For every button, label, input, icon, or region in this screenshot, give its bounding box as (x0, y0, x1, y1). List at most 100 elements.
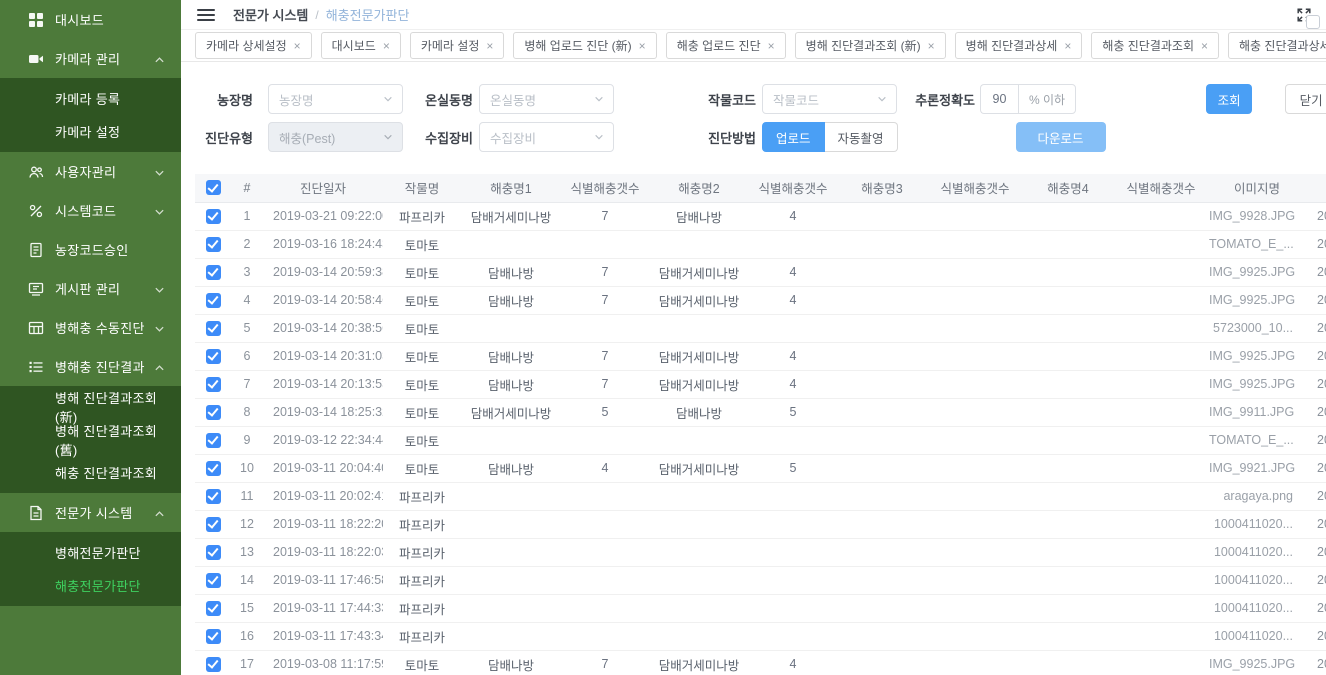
row-checkbox[interactable] (206, 461, 221, 476)
accuracy-input[interactable] (980, 84, 1018, 114)
method-option-2[interactable]: 자동촬영 (825, 122, 898, 152)
cell-crop: 토마토 (383, 258, 461, 286)
tab-close-icon[interactable]: × (1201, 39, 1208, 53)
tab-close-icon[interactable]: × (768, 39, 775, 53)
tab-close-icon[interactable]: × (928, 39, 935, 53)
row-checkbox[interactable] (206, 601, 221, 616)
cell-pest (649, 482, 749, 510)
row-checkbox[interactable] (206, 209, 221, 224)
cell-date: 2019-03-11 20:02:41 (263, 482, 383, 510)
dashboard-icon (28, 12, 44, 28)
breadcrumb-separator: / (315, 8, 318, 22)
chevron-down-icon (154, 166, 165, 177)
tab-close-icon[interactable]: × (639, 39, 646, 53)
sidebar-item-manual[interactable]: 병해충 수동진단 (0, 308, 181, 347)
tab-9[interactable]: 해충 진단결과상세× (1228, 32, 1326, 59)
sidebar-subitem[interactable]: 해충전문가판단 (0, 569, 181, 602)
sidebar-subitem[interactable]: 병해 진단결과조회 (新) (0, 390, 181, 423)
tab-5[interactable]: 해충 업로드 진단× (666, 32, 786, 59)
column-header: 식별해충갯수 (749, 174, 837, 202)
cell-count (1113, 622, 1209, 650)
cell-count (927, 454, 1023, 482)
tab-close-icon[interactable]: × (383, 39, 390, 53)
row-checkbox[interactable] (206, 573, 221, 588)
row-checkbox[interactable] (206, 545, 221, 560)
tab-3[interactable]: 카메라 설정× (410, 32, 505, 59)
crop-code-select[interactable]: 작물코드 (762, 84, 897, 114)
method-option-1[interactable]: 업로드 (762, 122, 825, 152)
sidebar-item-syscode[interactable]: 시스템코드 (0, 191, 181, 230)
row-checkbox[interactable] (206, 349, 221, 364)
edge-icon-partial[interactable] (1306, 15, 1320, 29)
cell-count (927, 538, 1023, 566)
row-checkbox[interactable] (206, 293, 221, 308)
row-checkbox[interactable] (206, 489, 221, 504)
row-checkbox[interactable] (206, 321, 221, 336)
tab-1[interactable]: 카메라 상세설정× (195, 32, 312, 59)
cell-count (927, 426, 1023, 454)
download-button[interactable]: 다운로드 (1016, 122, 1106, 152)
tab-close-icon[interactable]: × (294, 39, 301, 53)
cell-pest (461, 594, 561, 622)
chevron-down-icon (383, 94, 393, 104)
tab-close-icon[interactable]: × (1064, 39, 1071, 53)
tab-8[interactable]: 해충 진단결과조회× (1091, 32, 1219, 59)
row-checkbox-cell (195, 622, 231, 650)
sidebar-item-users[interactable]: 사용자관리 (0, 152, 181, 191)
table-header: #진단일자작물명해충명1식별해충갯수해충명2식별해충갯수해충명3식별해충갯수해충… (195, 174, 1326, 202)
cell-reg: 2018 (1305, 202, 1326, 230)
tab-6[interactable]: 병해 진단결과조회 (新)× (795, 32, 946, 59)
sidebar-subitem[interactable]: 카메라 등록 (0, 82, 181, 115)
row-checkbox[interactable] (206, 377, 221, 392)
sidebar-item-camera[interactable]: 카메라 관리 (0, 39, 181, 78)
row-checkbox[interactable] (206, 405, 221, 420)
cell-count (561, 594, 649, 622)
sidebar-subitem[interactable]: 카메라 설정 (0, 115, 181, 148)
cell-num: 6 (231, 342, 263, 370)
tab-label: 병해 업로드 진단 (新) (524, 37, 631, 54)
row-checkbox-cell (195, 566, 231, 594)
table-row: 112019-03-11 20:02:41파프리카aragaya.png201 (195, 482, 1326, 510)
cell-count (1113, 314, 1209, 342)
sidebar-subitem[interactable]: 병해전문가판단 (0, 536, 181, 569)
cell-pest (837, 510, 927, 538)
sidebar-item-board[interactable]: 게시판 관리 (0, 269, 181, 308)
select-all-checkbox[interactable] (206, 180, 221, 195)
diagnosis-type-select[interactable]: 해충(Pest) (268, 122, 403, 152)
sidebar-item-expert[interactable]: 전문가 시스템 (0, 493, 181, 532)
sidebar-subitem[interactable]: 병해 진단결과조회 (舊) (0, 423, 181, 456)
close-button[interactable]: 닫기 (1285, 84, 1326, 114)
row-checkbox-cell (195, 454, 231, 482)
cell-pest (461, 510, 561, 538)
tab-7[interactable]: 병해 진단결과상세× (955, 32, 1083, 59)
table-row: 122019-03-11 18:22:20파프리카1000411020...20… (195, 510, 1326, 538)
sidebar-item-farmcode[interactable]: 농장코드승인 (0, 230, 181, 269)
row-checkbox[interactable] (206, 237, 221, 252)
cell-num: 2 (231, 230, 263, 258)
cell-reg: 2019 (1305, 538, 1326, 566)
tab-2[interactable]: 대시보드× (321, 32, 401, 59)
tab-close-icon[interactable]: × (486, 39, 493, 53)
cell-date: 2019-03-14 20:58:46 (263, 286, 383, 314)
cell-img: 1000411020... (1209, 510, 1305, 538)
cell-count: 7 (561, 650, 649, 675)
row-checkbox[interactable] (206, 433, 221, 448)
sidebar-item-dashboard[interactable]: 대시보드 (0, 0, 181, 39)
farm-name-select[interactable]: 농장명 (268, 84, 403, 114)
device-select[interactable]: 수집장비 (479, 122, 614, 152)
search-button[interactable]: 조회 (1206, 84, 1252, 114)
row-checkbox[interactable] (206, 629, 221, 644)
tab-4[interactable]: 병해 업로드 진단 (新) × (513, 32, 656, 59)
cell-count (561, 482, 649, 510)
row-checkbox[interactable] (206, 657, 221, 672)
board-icon (28, 281, 44, 297)
row-checkbox[interactable] (206, 265, 221, 280)
cell-count (927, 594, 1023, 622)
sidebar-item-result[interactable]: 병해충 진단결과 (0, 347, 181, 386)
greenhouse-select[interactable]: 온실동명 (479, 84, 614, 114)
row-checkbox[interactable] (206, 517, 221, 532)
hamburger-menu-icon[interactable] (197, 9, 215, 21)
cell-img: IMG_9925.JPG (1209, 286, 1305, 314)
cell-pest (1023, 622, 1113, 650)
sidebar-subitem[interactable]: 해충 진단결과조회 (0, 456, 181, 489)
